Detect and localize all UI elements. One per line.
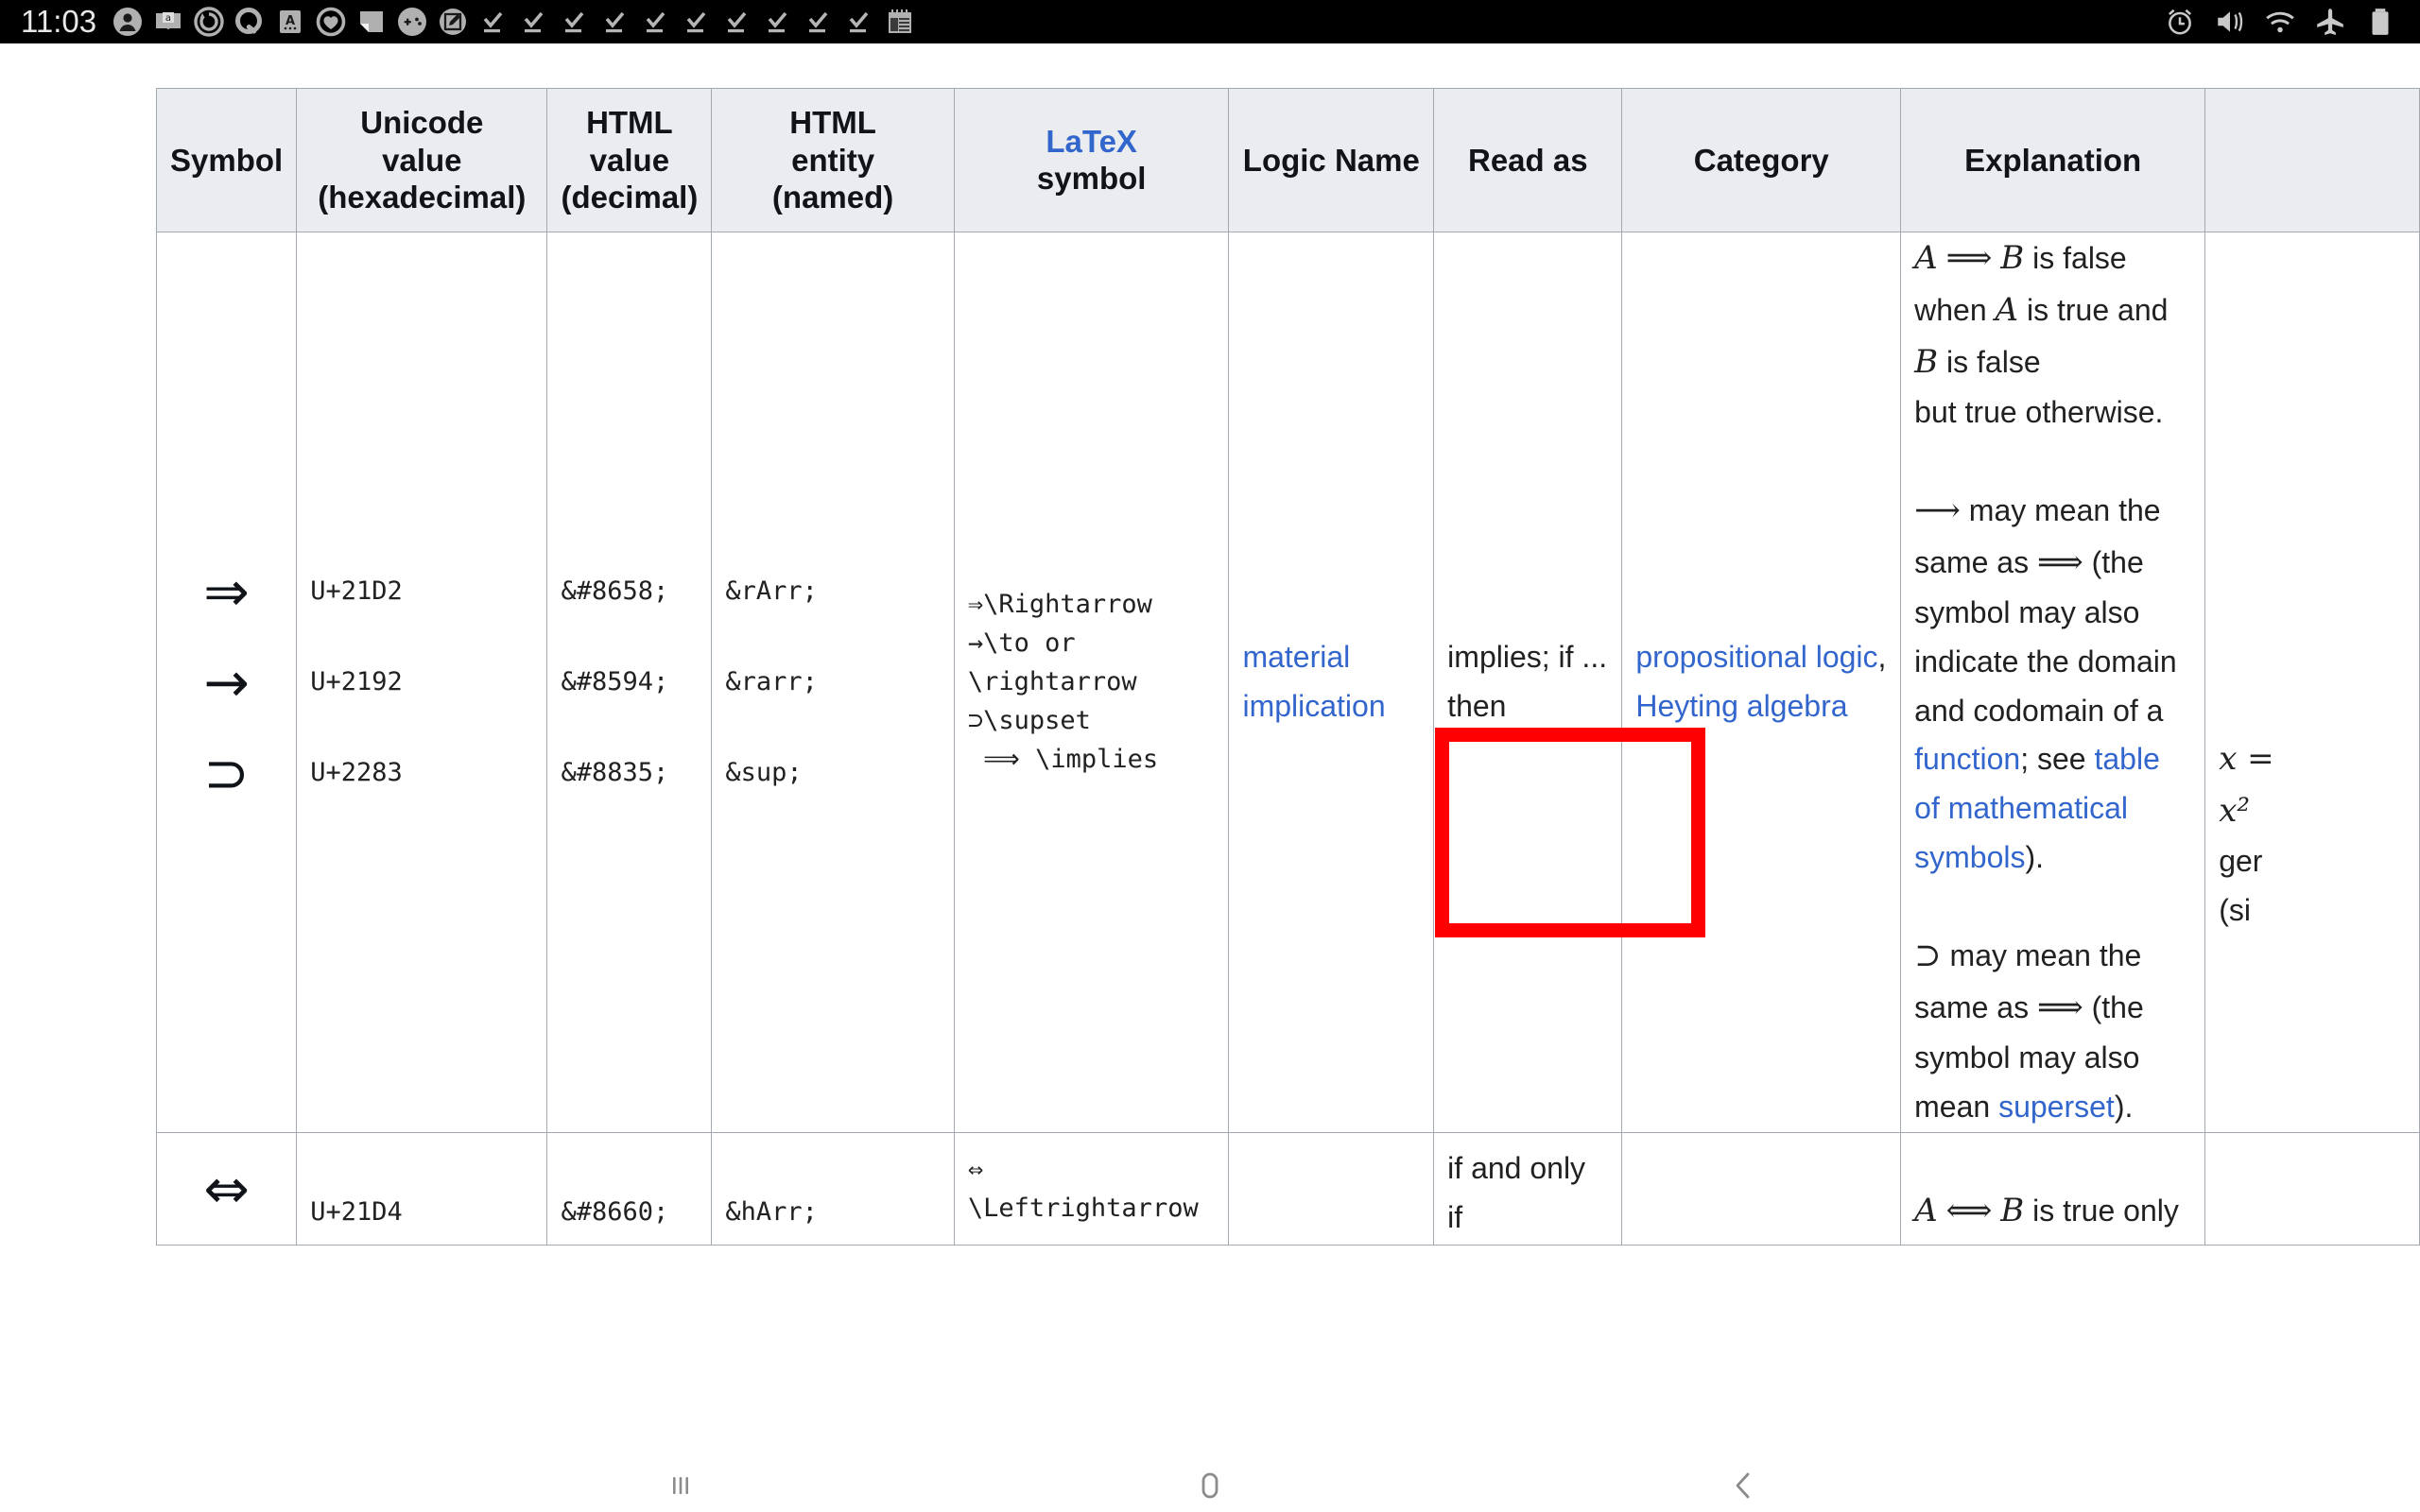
download-complete-icon <box>640 6 672 38</box>
html-entity-cell: &rArr; &rarr; &sup; <box>711 231 955 1133</box>
explanation-cell: A ⟹ B is false when A is true and B is f… <box>1900 231 2206 1133</box>
back-button[interactable] <box>1687 1459 1801 1512</box>
material-implication-link[interactable]: material implication <box>1242 640 1385 723</box>
download-complete-icon <box>803 6 835 38</box>
column-header-category[interactable]: Category <box>1621 88 1902 232</box>
explanation-spacer <box>1914 438 2191 485</box>
download-complete-icon <box>843 6 875 38</box>
html-entity-cell: &hArr; <box>711 1131 955 1246</box>
symbol-cell: ⇒ → ⊃ <box>155 231 298 1133</box>
unicode-cell: U+21D4 <box>296 1131 548 1246</box>
download-complete-icon <box>477 6 510 38</box>
download-complete-icon <box>599 6 631 38</box>
latex-link[interactable]: LaTeX <box>1046 124 1137 159</box>
latex-cell: ⇔ \Leftrightarrow <box>953 1131 1230 1246</box>
mute-vibrate-icon <box>2213 5 2247 39</box>
column-header-html-value[interactable]: HTML value (decimal) <box>546 88 713 232</box>
read-as-text: if and only if <box>1447 1151 1586 1234</box>
category-cell: propositional logic, Heyting algebra <box>1621 231 1902 1133</box>
unicode-cell: U+21D2 U+2192 U+2283 <box>296 231 548 1133</box>
download-complete-icon <box>559 6 591 38</box>
status-bar-left-icons: 11:03 a A <box>0 4 925 40</box>
gamepad-icon <box>396 6 428 38</box>
contact-icon <box>112 6 144 38</box>
propositional-logic-link[interactable]: propositional logic <box>1635 640 1877 674</box>
latex-cell: ⇒\Rightarrow →\to or \rightarrow ⊃\supse… <box>953 231 1230 1133</box>
explanation-spacer-2 <box>1914 883 2191 930</box>
column-header-latex[interactable]: LaTeX symbol <box>953 88 1230 232</box>
examples-cell-partial <box>2204 1131 2420 1246</box>
superset-link[interactable]: superset <box>1998 1090 2115 1124</box>
read-as-text: implies; if ... then <box>1447 639 1608 723</box>
logic-name-cell: material implication <box>1228 231 1435 1133</box>
wifi-icon <box>2263 5 2297 39</box>
example-line-1: x = <box>2219 739 2274 778</box>
battery-icon <box>2363 5 2397 39</box>
status-clock: 11:03 <box>21 4 97 39</box>
examples-cell-partial: x = x² ger (si <box>2204 231 2420 1133</box>
html-decimal-cell: &#8660; <box>546 1131 713 1246</box>
function-link[interactable]: function <box>1914 742 2020 776</box>
symbol-cell: ⇔ <box>155 1131 298 1246</box>
example-line-4: (si <box>2219 892 2251 927</box>
column-header-unicode[interactable]: Unicode value (hexadecimal) <box>296 88 548 232</box>
calendar-icon <box>884 6 916 38</box>
anki-icon: A <box>274 6 306 38</box>
webpage-viewport[interactable]: Symbol Unicode value (hexadecimal) HTML … <box>0 43 2420 1459</box>
table-row: ⇔ U+21D4 &#8660; &hArr; ⇔ \Leftrightarro… <box>155 1131 2420 1246</box>
download-complete-icon <box>721 6 753 38</box>
column-header-html-entity[interactable]: HTML entity (named) <box>711 88 955 232</box>
svg-text:A: A <box>285 14 295 28</box>
airplane-mode-icon <box>2313 5 2347 39</box>
heyting-algebra-link[interactable]: Heyting algebra <box>1635 689 1847 723</box>
example-line-3: ger <box>2219 844 2263 879</box>
download-complete-icon <box>518 6 550 38</box>
heart-circle-icon <box>315 6 347 38</box>
explanation-paragraph-1: A ⟺ B is true only <box>1914 1191 2179 1229</box>
edit-square-icon <box>437 6 469 38</box>
status-bar: 11:03 a A <box>0 0 2420 43</box>
read-as-cell: if and only if <box>1433 1131 1623 1246</box>
explanation-paragraph-2: ⟶ may mean the same as ⟹ (the symbol may… <box>1914 490 2177 875</box>
column-header-symbol[interactable]: Symbol <box>155 88 298 232</box>
superset-icon: ⊃ <box>203 740 250 805</box>
left-right-double-arrow-icon: ⇔ <box>203 1156 250 1221</box>
download-complete-icon <box>762 6 794 38</box>
read-as-cell: implies; if ... then <box>1433 231 1623 1133</box>
rightwards-arrow-icon: → <box>203 649 250 714</box>
html-decimal-cell: &#8658; &#8594; &#8835; <box>546 231 713 1133</box>
column-header-explanation[interactable]: Explanation <box>1900 88 2206 232</box>
download-complete-icon <box>681 6 713 38</box>
column-header-examples-partial[interactable] <box>2204 88 2420 232</box>
table-header-row: Symbol Unicode value (hexadecimal) HTML … <box>155 88 2420 232</box>
status-bar-right-icons <box>2147 0 2397 43</box>
example-line-2: x² <box>2219 791 2251 830</box>
latex-code: ⇔ \Leftrightarrow <box>967 1154 1199 1223</box>
book-icon: a <box>152 6 184 38</box>
svg-text:a: a <box>165 13 171 24</box>
column-header-read-as[interactable]: Read as <box>1433 88 1623 232</box>
category-cell <box>1621 1131 1902 1246</box>
android-navigation-bar <box>0 1459 2420 1512</box>
home-button[interactable] <box>1153 1459 1267 1512</box>
quora-icon <box>233 6 266 38</box>
table-row: ⇒ → ⊃ U+21D2 U+2192 U+2283 &#8658; &#859… <box>155 231 2420 1133</box>
latex-code: ⇒\Rightarrow →\to or \rightarrow ⊃\supse… <box>967 590 1159 775</box>
rightwards-double-arrow-icon: ⇒ <box>203 558 250 624</box>
column-header-logic-name[interactable]: Logic Name <box>1228 88 1435 232</box>
logic-symbols-table: Symbol Unicode value (hexadecimal) HTML … <box>155 88 2420 1246</box>
explanation-cell: A ⟺ B is true only <box>1900 1131 2206 1246</box>
alarm-icon <box>2163 5 2197 39</box>
note-icon <box>355 6 388 38</box>
sync-icon <box>193 6 225 38</box>
logic-name-cell <box>1228 1131 1435 1246</box>
recents-button[interactable] <box>624 1459 737 1512</box>
explanation-paragraph-1: A ⟹ B is false when A is true and B is f… <box>1914 238 2169 430</box>
explanation-paragraph-3: ⊃ may mean the same as ⟹ (the symbol may… <box>1914 936 2144 1124</box>
